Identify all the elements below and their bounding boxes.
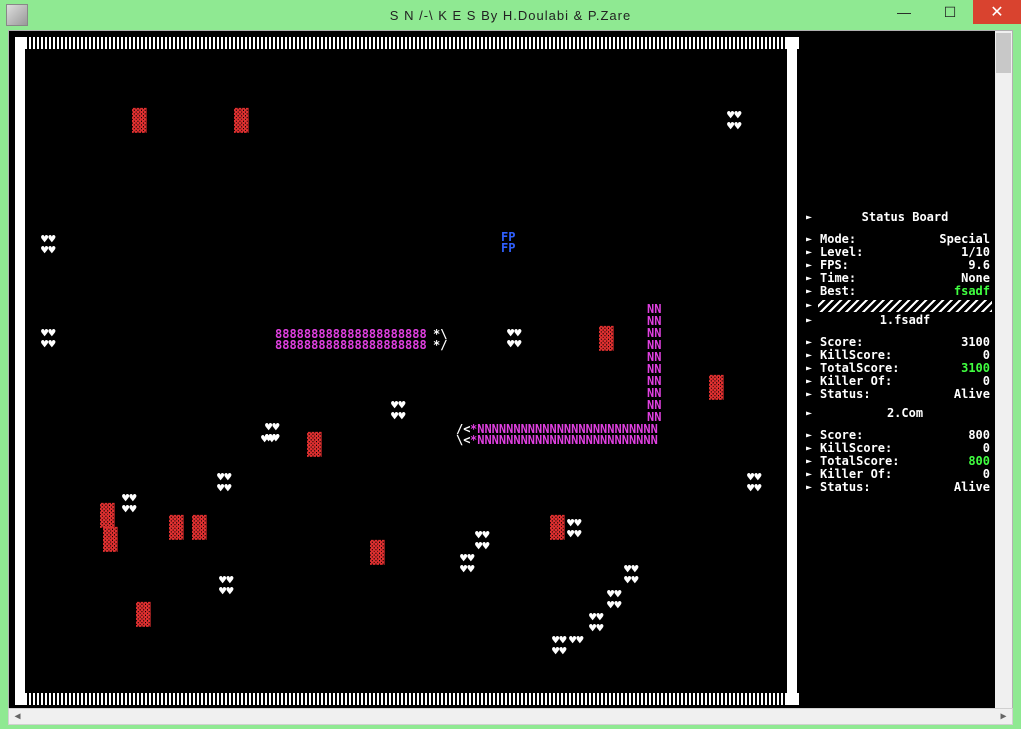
player1-name: 1.fsadf [810, 314, 1000, 330]
heart-icon: ♥♥ [41, 244, 55, 256]
heart-icon: ♥♥ [391, 410, 405, 422]
app-icon [6, 4, 28, 26]
horizontal-scrollbar[interactable]: ◀ ▶ [8, 708, 1013, 725]
heart-icon: ♥♥ [261, 433, 275, 445]
p1-status-label: Status: [820, 388, 871, 401]
client-area: FP FP ♥♥ ♥♥ ♥♥ ♥♥ ♥♥ ♥♥ ♥♥ ♥♥ ♥♥ ♥♥ ♥♥ ♥… [8, 30, 1013, 709]
heart-icon: ♥♥ [552, 645, 566, 657]
heart-icon: ♥♥ [569, 634, 583, 646]
heart-icon: ♥♥ [727, 120, 741, 132]
snake1-body: 888888888888888888888 [275, 339, 427, 351]
snake2-body: *NNNNNNNNNNNNNNNNNNNNNNNNN [470, 434, 658, 446]
heart-icon: ♥♥ [122, 503, 136, 515]
heart-icon: ♥♥ [217, 482, 231, 494]
heart-icon: ♥♥ [219, 585, 233, 597]
status-board: Status Board Mode:Special Level:1/10 FPS… [810, 211, 1000, 494]
obstacle: ▓▓ [103, 539, 117, 551]
window-controls: — ☐ ✕ [881, 0, 1021, 24]
obstacle: ▓▓ [169, 527, 183, 539]
heart-icon: ♥♥ [475, 540, 489, 552]
obstacle: ▓▓ [192, 527, 206, 539]
close-button[interactable]: ✕ [973, 0, 1021, 24]
snake2-head: \< [456, 434, 470, 446]
obstacle: ▓▓ [307, 444, 321, 456]
obstacle: ▓▓ [100, 515, 114, 527]
heart-icon: ♥♥ [567, 528, 581, 540]
obstacle: ▓▓ [599, 338, 613, 350]
title-bar: S N /-\ K E S By H.Doulabi & P.Zare — ☐ … [0, 0, 1021, 30]
maximize-button[interactable]: ☐ [927, 0, 973, 24]
border-left [15, 37, 25, 705]
p2-status-label: Status: [820, 481, 871, 494]
heart-icon: ♥♥ [747, 482, 761, 494]
obstacle: ▓▓ [550, 527, 564, 539]
vertical-scrollbar[interactable] [995, 31, 1012, 708]
border-bottom [17, 693, 800, 705]
p1-status-value: Alive [954, 388, 990, 401]
scroll-thumb[interactable] [996, 33, 1011, 73]
minimize-button[interactable]: — [881, 0, 927, 24]
divider [818, 300, 992, 312]
border-right [787, 37, 797, 705]
game-console[interactable]: FP FP ♥♥ ♥♥ ♥♥ ♥♥ ♥♥ ♥♥ ♥♥ ♥♥ ♥♥ ♥♥ ♥♥ ♥… [9, 31, 1012, 708]
obstacle: ▓▓ [136, 614, 150, 626]
heart-icon: ♥♥ [507, 338, 521, 350]
player2-name: 2.Com [810, 407, 1000, 423]
obstacle: ▓▓ [132, 120, 146, 132]
powerup-fp: FP [501, 242, 515, 254]
obstacle: ▓▓ [234, 120, 248, 132]
best-value: fsadf [954, 285, 990, 298]
best-label: Best: [820, 285, 856, 298]
scroll-right-button[interactable]: ▶ [995, 709, 1012, 724]
status-title: Status Board [810, 211, 1000, 227]
heart-icon: ♥♥ [607, 599, 621, 611]
heart-icon: ♥♥ [589, 622, 603, 634]
heart-icon: ♥♥ [624, 574, 638, 586]
window-title: S N /-\ K E S By H.Doulabi & P.Zare [0, 8, 1021, 23]
obstacle: ▓▓ [709, 387, 723, 399]
heart-icon: ♥♥ [460, 563, 474, 575]
p2-status-value: Alive [954, 481, 990, 494]
scroll-left-button[interactable]: ◀ [9, 709, 26, 724]
obstacle: ▓▓ [370, 552, 384, 564]
heart-icon: ♥♥ [41, 338, 55, 350]
snake1-head: */ [433, 339, 447, 351]
border-top [17, 37, 800, 49]
